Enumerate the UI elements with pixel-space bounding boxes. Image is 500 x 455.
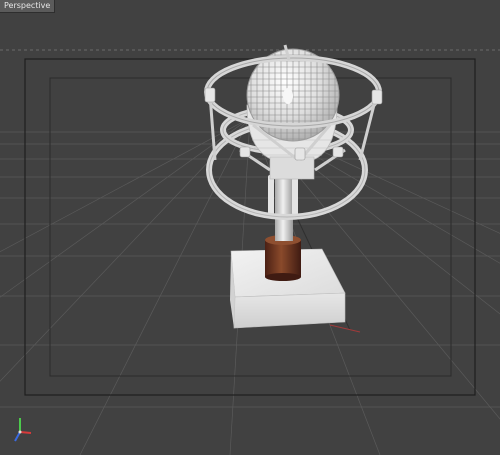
perspective-viewport[interactable]: Perspective (0, 0, 500, 455)
viewport-name-label[interactable]: Perspective (0, 0, 56, 13)
model-collar (265, 235, 301, 281)
microphone-model[interactable] (204, 44, 383, 329)
viewport-scene[interactable] (0, 0, 500, 455)
axis-gizmo-icon (14, 418, 32, 442)
grid-x-axis-line (329, 324, 361, 333)
